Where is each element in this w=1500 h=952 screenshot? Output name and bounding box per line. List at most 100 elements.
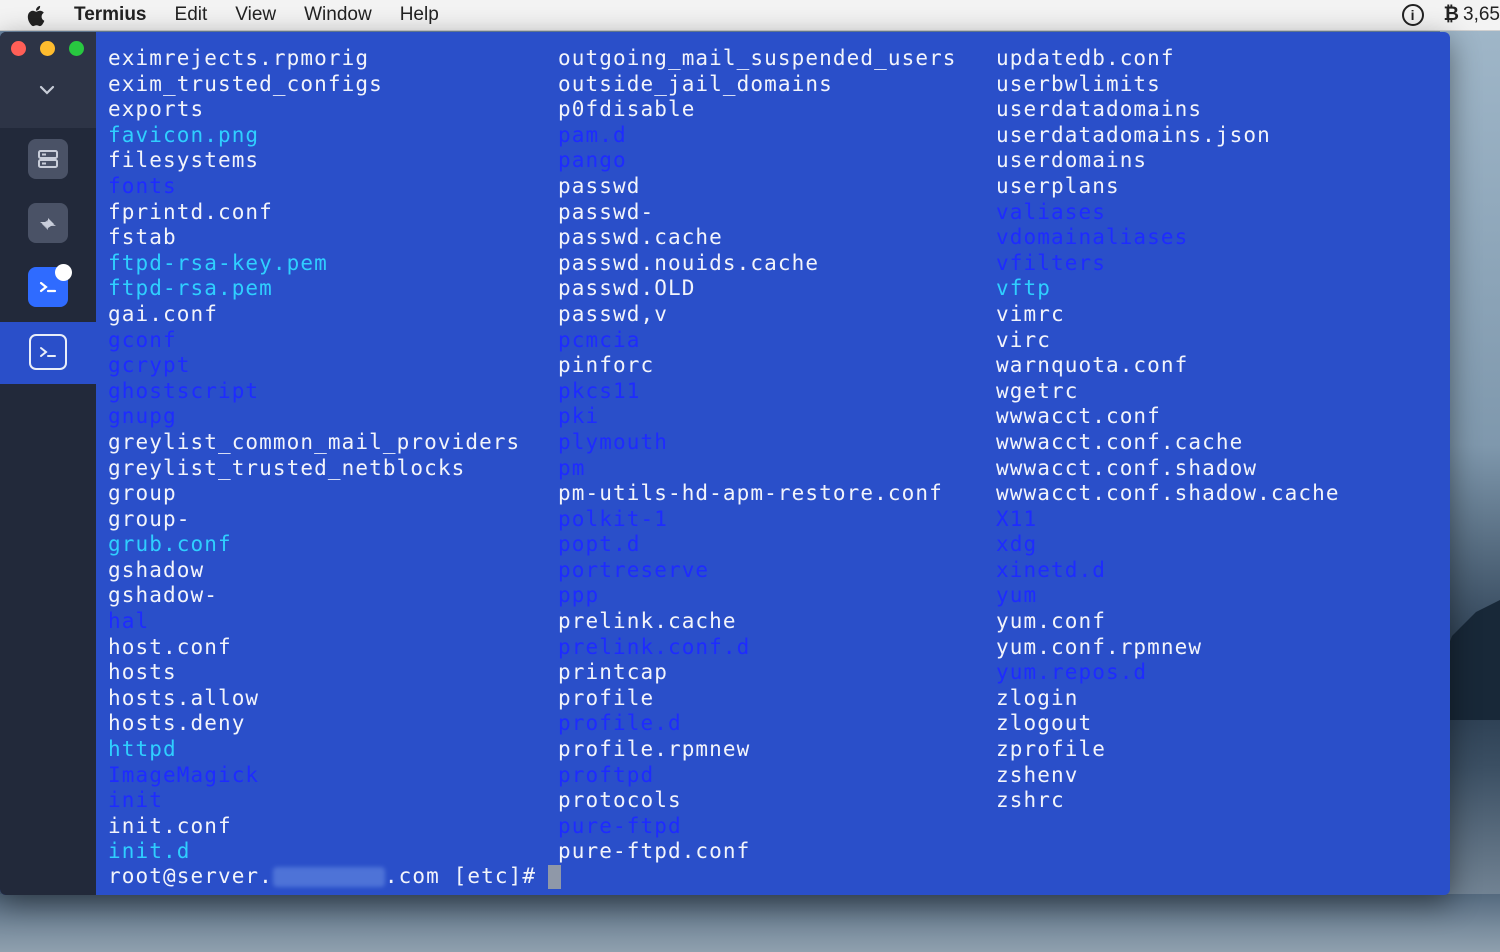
directory-entry: pam.d [558, 122, 627, 147]
directory-entry: pango [558, 148, 627, 173]
file-entry: userdatadomains.json [996, 122, 1271, 147]
symlink-entry: vftp [996, 276, 1051, 301]
file-entry: yum.conf.rpmnew [996, 634, 1203, 659]
directory-entry: init [108, 788, 163, 813]
file-entry: userplans [996, 173, 1120, 198]
file-entry: gai.conf [108, 301, 218, 326]
file-entry: yum.conf [996, 609, 1106, 634]
directory-entry: pki [558, 404, 600, 429]
file-entry: gshadow [108, 557, 205, 582]
file-entry: pinforc [558, 353, 655, 378]
directory-entry: vdomainaliases [996, 225, 1189, 250]
file-entry: passwd.nouids.cache [558, 250, 820, 275]
menu-window[interactable]: Window [304, 4, 372, 26]
zoom-window-button[interactable] [69, 41, 84, 56]
file-entry: passwd,v [558, 301, 668, 326]
listing-column-2: outgoing_mail_suspended_users outside_jai… [558, 46, 957, 865]
active-terminal-tab[interactable] [29, 334, 67, 370]
file-entry: wwwacct.conf.cache [996, 429, 1244, 454]
directory-entry: ppp [558, 583, 600, 608]
file-entry: fprintd.conf [108, 199, 273, 224]
file-entry: warnquota.conf [996, 353, 1189, 378]
directory-entry: portreserve [558, 557, 710, 582]
file-entry: init.conf [108, 813, 232, 838]
directory-entry: gconf [108, 327, 177, 352]
password-manager-icon[interactable]: i [1401, 4, 1424, 26]
menu-help[interactable]: Help [400, 4, 439, 26]
symlink-entry: favicon.png [108, 122, 260, 147]
directory-entry: popt.d [558, 532, 641, 557]
menu-extras: i ₿ 3,65 [1401, 0, 1500, 30]
file-entry: protocols [558, 788, 682, 813]
directory-entry: pm [558, 455, 586, 480]
file-entry: passwd- [558, 199, 655, 224]
file-entry: userbwlimits [996, 71, 1161, 96]
menu-app-name[interactable]: Termius [74, 4, 147, 26]
file-entry: zshenv [996, 762, 1079, 787]
file-entry: gshadow- [108, 583, 218, 608]
directory-entry: polkit-1 [558, 506, 668, 531]
symlink-entry: ftpd-rsa-key.pem [108, 250, 328, 275]
directory-entry: prelink.conf.d [558, 634, 751, 659]
sftp-button[interactable] [28, 203, 68, 243]
file-entry: host.conf [108, 634, 232, 659]
transfer-arrows-icon [40, 218, 56, 230]
file-entry: hosts.allow [108, 685, 260, 710]
apple-icon[interactable] [26, 4, 56, 27]
file-entry: wwwacct.conf.shadow [996, 455, 1258, 480]
file-entry: pm-utils-hd-apm-restore.conf [558, 481, 943, 506]
file-entry: passwd.OLD [558, 276, 696, 301]
directory-entry: hal [108, 609, 150, 634]
file-entry: exports [108, 97, 205, 122]
directory-entry: proftpd [558, 762, 655, 787]
terminal-icon [40, 347, 56, 357]
file-entry: wgetrc [996, 378, 1079, 403]
sidebar [0, 32, 96, 895]
file-entry: vimrc [996, 301, 1065, 326]
directory-entry: vfilters [996, 250, 1106, 275]
btc-ticker[interactable]: ₿ 3,65 [1444, 4, 1500, 26]
terminal-cursor [548, 864, 562, 889]
file-entry: zprofile [996, 737, 1106, 762]
file-entry: hosts.deny [108, 711, 246, 736]
terminal-output[interactable]: eximrejects.rpmorig exim_trusted_configs e… [96, 32, 1450, 895]
file-entry: userdatadomains [996, 97, 1203, 122]
close-window-button[interactable] [11, 41, 26, 56]
directory-entry: yum.repos.d [996, 660, 1148, 685]
menu-view[interactable]: View [235, 4, 276, 26]
directory-entry: ghostscript [108, 378, 260, 403]
file-entry: userdomains [996, 148, 1148, 173]
server-icon [38, 150, 58, 168]
file-entry: group- [108, 506, 191, 531]
directory-entry: pkcs11 [558, 378, 641, 403]
file-entry: zlogin [996, 685, 1079, 710]
shell-prompt: root@server. .com [etc]# [108, 864, 562, 890]
file-entry: wwwacct.conf [996, 404, 1161, 429]
file-entry: group [108, 481, 177, 506]
minimize-window-button[interactable] [40, 41, 55, 56]
desktop-wallpaper-bottom [0, 894, 1500, 952]
file-entry: outside_jail_domains [558, 71, 833, 96]
file-entry: eximrejects.rpmorig [108, 46, 370, 70]
directory-entry: pure-ftpd [558, 813, 682, 838]
session-status-dot [55, 264, 72, 281]
btc-symbol: ₿ [1443, 4, 1460, 25]
hosts-button[interactable] [28, 139, 68, 179]
chevron-down-icon[interactable] [35, 80, 59, 100]
file-entry: exim_trusted_configs [108, 71, 383, 96]
file-entry: greylist_trusted_netblocks [108, 455, 466, 480]
file-entry: printcap [558, 660, 668, 685]
directory-entry: xinetd.d [996, 557, 1106, 582]
symlink-entry: httpd [108, 737, 177, 762]
file-entry: filesystems [108, 148, 260, 173]
menu-edit[interactable]: Edit [175, 4, 208, 26]
file-entry: wwwacct.conf.shadow.cache [996, 481, 1340, 506]
directory-entry: xdg [996, 532, 1038, 557]
menu-bar: Termius Edit View Window Help i ₿ 3,65 [0, 0, 1500, 31]
listing-column-1: eximrejects.rpmorig exim_trusted_configs e… [108, 46, 520, 865]
terminal-prompt-icon [39, 281, 57, 293]
directory-entry: X11 [996, 506, 1038, 531]
directory-entry: yum [996, 583, 1038, 608]
directory-entry: profile.d [558, 711, 682, 736]
file-entry: profile [558, 685, 655, 710]
